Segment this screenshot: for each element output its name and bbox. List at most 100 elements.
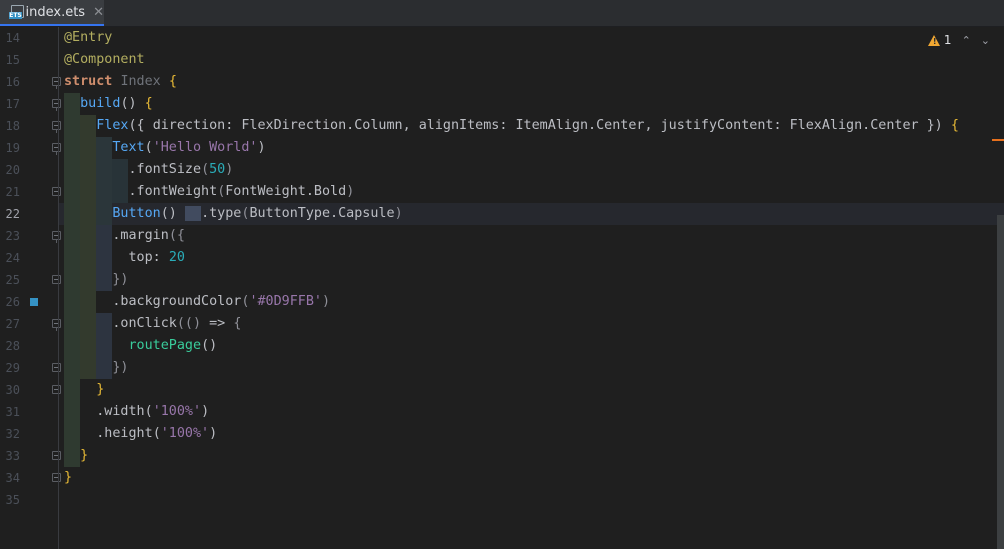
line-number[interactable]: 14	[0, 27, 20, 49]
code-line[interactable]: Flex({ direction: FlexDirection.Column, …	[64, 115, 959, 137]
code-line[interactable]: .margin({	[64, 225, 185, 247]
code-line[interactable]: }	[64, 379, 104, 401]
code-token: .backgroundColor	[112, 294, 242, 309]
code-token: =>	[209, 316, 234, 331]
warning-stripe-marker[interactable]	[992, 139, 1004, 141]
line-number[interactable]: 35	[0, 489, 20, 511]
code-line[interactable]: })	[64, 357, 128, 379]
line-number[interactable]: 23	[0, 225, 20, 247]
code-token: (	[144, 404, 153, 419]
code-line[interactable]: top: 20	[64, 247, 185, 269]
code-token: Button	[112, 206, 161, 221]
tab-label: index.ets	[25, 4, 86, 20]
code-token: ()	[201, 338, 218, 353]
code-token: (	[152, 426, 161, 441]
code-line[interactable]: .height('100%')	[64, 423, 217, 445]
line-number[interactable]: 32	[0, 423, 20, 445]
code-token: Text	[112, 140, 145, 155]
code-token: )	[209, 426, 218, 441]
color-preview-icon[interactable]	[30, 298, 38, 306]
line-number[interactable]: 27	[0, 313, 20, 335]
code-token: top:	[128, 250, 169, 265]
code-token: Flex	[96, 118, 129, 133]
code-token: Index	[120, 74, 169, 89]
code-area[interactable]: @Entry @Component struct Index { build() {…	[59, 27, 1004, 549]
ets-file-icon: ETS	[9, 4, 24, 20]
code-line[interactable]: }	[64, 445, 88, 467]
line-number[interactable]: 28	[0, 335, 20, 357]
code-line[interactable]: .fontSize(50)	[64, 159, 234, 181]
line-number[interactable]: 20	[0, 159, 20, 181]
line-number[interactable]: 22	[0, 203, 20, 225]
inspection-widget[interactable]: ! 1 ⌃ ⌄	[927, 33, 990, 47]
line-number[interactable]: 24	[0, 247, 20, 269]
code-token: {	[144, 96, 153, 111]
code-token: }	[64, 470, 73, 485]
code-token: FontWeight.Bold	[225, 184, 347, 199]
code-token: .fontSize	[128, 162, 202, 177]
line-number[interactable]: 29	[0, 357, 20, 379]
code-token: direction: FlexDirection.Column, alignIt…	[152, 118, 927, 133]
line-number[interactable]: 19	[0, 137, 20, 159]
line-number[interactable]: 17	[0, 93, 20, 115]
code-token: ()	[160, 206, 185, 221]
code-token: @Entry	[64, 30, 113, 45]
code-editor[interactable]: 14 15 16 17 18 19 20 21 22 23 24 25 26 27 28 29 30 31 32 33…	[0, 27, 1004, 549]
code-token: }	[80, 448, 89, 463]
code-line[interactable]: }	[64, 467, 72, 489]
code-line[interactable]: })	[64, 269, 128, 291]
vertical-scrollbar[interactable]	[997, 215, 1004, 549]
line-number[interactable]: 18	[0, 115, 20, 137]
code-line[interactable]: .backgroundColor('#0D9FFB')	[64, 291, 330, 313]
code-line[interactable]: build() {	[64, 93, 153, 115]
close-icon[interactable]: ✕	[93, 5, 104, 20]
code-token: 50	[209, 162, 226, 177]
next-highlight-icon[interactable]: ⌄	[981, 34, 990, 47]
code-token: (()	[176, 316, 210, 331]
line-number[interactable]: 25	[0, 269, 20, 291]
code-token: ButtonType.Capsule	[249, 206, 395, 221]
line-number[interactable]: 21	[0, 181, 20, 203]
line-number[interactable]: 34	[0, 467, 20, 489]
code-line[interactable]: .width('100%')	[64, 401, 209, 423]
warning-count: 1	[943, 33, 952, 47]
code-token: .height	[96, 426, 153, 441]
code-line[interactable]: @Component	[64, 49, 145, 71]
code-line[interactable]: Text('Hello World')	[64, 137, 266, 159]
code-line[interactable]: routePage()	[64, 335, 218, 357]
tab-index-ets[interactable]: ETS index.ets ✕	[0, 0, 104, 26]
line-number[interactable]: 15	[0, 49, 20, 71]
previous-highlight-icon[interactable]: ⌃	[962, 34, 971, 47]
code-token: )	[394, 206, 403, 221]
warning-indicator[interactable]: ! 1	[927, 33, 952, 47]
line-number-gutter[interactable]: 14 15 16 17 18 19 20 21 22 23 24 25 26 27 28 29 30 31 32 33…	[0, 27, 61, 549]
code-line[interactable]: .fontWeight(FontWeight.Bold)	[64, 181, 355, 203]
code-token: .fontWeight	[128, 184, 218, 199]
code-token: )	[201, 404, 210, 419]
line-number[interactable]: 16	[0, 71, 20, 93]
code-token: )	[257, 140, 266, 155]
code-line[interactable]: Button() .type(ButtonType.Capsule)	[64, 203, 403, 225]
code-line[interactable]: .onClick(() => {	[64, 313, 241, 335]
warning-icon: !	[927, 34, 940, 46]
line-number[interactable]: 30	[0, 379, 20, 401]
code-line[interactable]: struct Index {	[64, 71, 177, 93]
code-token: ({	[128, 118, 153, 133]
code-token: @Component	[64, 52, 145, 67]
code-line[interactable]: @Entry	[64, 27, 112, 49]
line-number[interactable]: 33	[0, 445, 20, 467]
code-token: .margin	[112, 228, 169, 243]
line-number[interactable]: 31	[0, 401, 20, 423]
code-token: build	[80, 96, 121, 111]
line-number[interactable]: 26	[0, 291, 20, 313]
code-token: )	[346, 184, 355, 199]
